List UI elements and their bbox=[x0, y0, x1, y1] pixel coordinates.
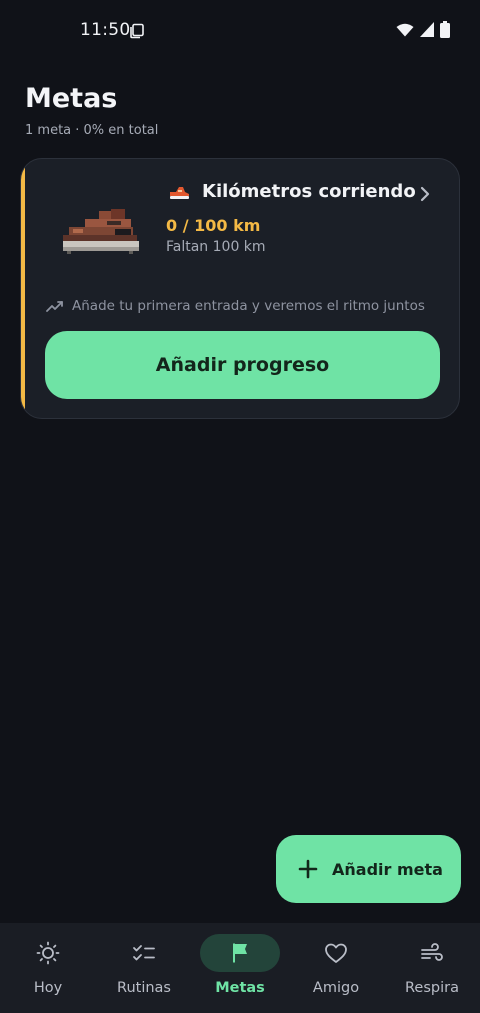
heart-icon bbox=[325, 943, 347, 963]
nav-label: Metas bbox=[215, 980, 265, 996]
nav-item-rutinas[interactable]: Rutinas bbox=[96, 923, 192, 1013]
add-progress-button[interactable]: Añadir progreso bbox=[45, 331, 440, 399]
wifi-icon bbox=[396, 23, 414, 36]
bottom-nav: Hoy Rutinas Metas Amigo Respira bbox=[0, 923, 480, 1013]
screenshot-icon bbox=[130, 23, 144, 39]
nav-item-respira[interactable]: Respira bbox=[384, 923, 480, 1013]
plus-icon bbox=[298, 859, 318, 879]
nav-item-metas[interactable]: Metas bbox=[192, 923, 288, 1013]
goal-progress-value: 0 / 100 km bbox=[166, 216, 261, 235]
add-goal-button[interactable]: Añadir meta bbox=[276, 835, 461, 903]
battery-icon bbox=[440, 21, 450, 38]
nav-label: Respira bbox=[405, 980, 459, 996]
goal-name: Kilómetros corriendo bbox=[202, 181, 416, 202]
add-goal-label: Añadir meta bbox=[332, 859, 443, 879]
nav-label: Rutinas bbox=[117, 980, 171, 996]
nav-label: Amigo bbox=[312, 980, 360, 996]
nav-label: Hoy bbox=[33, 980, 63, 996]
status-bar: 11:50 bbox=[0, 0, 480, 62]
trending-up-icon bbox=[46, 301, 63, 312]
signal-icon bbox=[420, 22, 434, 37]
sun-icon bbox=[36, 941, 60, 965]
wind-icon bbox=[421, 943, 443, 961]
page-title: Metas bbox=[25, 83, 118, 114]
page-subtitle: 1 meta · 0% en total bbox=[25, 123, 159, 138]
status-icons bbox=[396, 21, 450, 38]
checklist-icon bbox=[133, 945, 155, 961]
nav-item-amigo[interactable]: Amigo bbox=[288, 923, 384, 1013]
pace-hint: Añade tu primera entrada y veremos el ri… bbox=[72, 298, 425, 314]
card-accent-bar bbox=[21, 159, 25, 418]
chevron-right-icon[interactable] bbox=[419, 185, 431, 203]
goal-card[interactable]: Kilómetros corriendo 0 / 100 km Faltan 1… bbox=[20, 158, 460, 419]
goal-remaining: Faltan 100 km bbox=[166, 239, 266, 255]
goals-screen: 11:50 Metas 1 meta · 0% en total Kilómet… bbox=[0, 0, 480, 1013]
status-time: 11:50 bbox=[80, 20, 131, 40]
flag-icon bbox=[233, 943, 247, 963]
running-shoe-icon bbox=[170, 187, 189, 199]
nav-item-hoy[interactable]: Hoy bbox=[0, 923, 96, 1013]
running-shoe-image bbox=[63, 209, 139, 254]
